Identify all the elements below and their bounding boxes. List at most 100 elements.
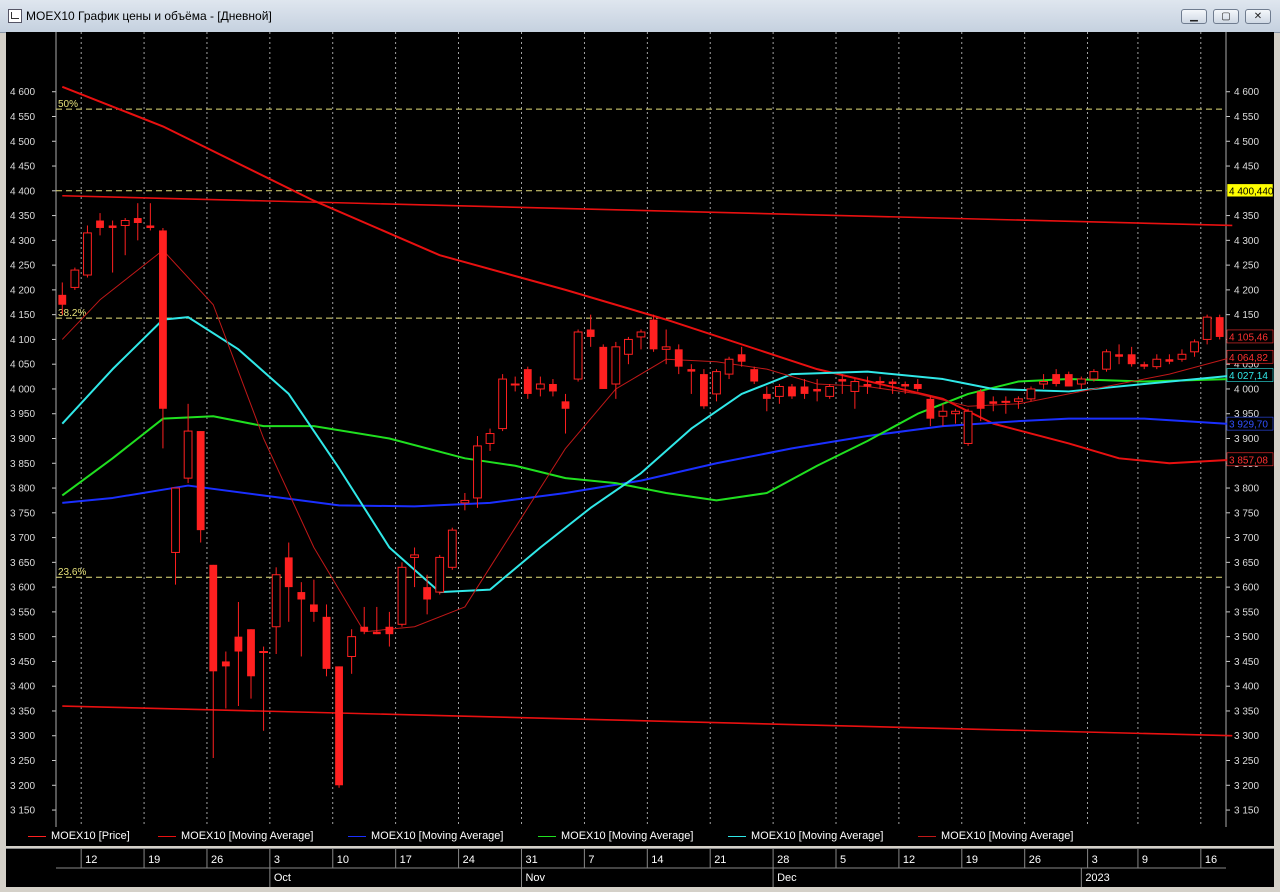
window-title: MOEX10 График цены и объёма - [Дневной] (26, 9, 272, 23)
legend-swatch (158, 835, 176, 837)
y-tick-label-left: 4 250 (10, 261, 35, 272)
candle-body-down (297, 592, 306, 600)
y-tick-label-right: 4 350 (1234, 211, 1259, 222)
candle-body-down (838, 379, 847, 382)
candle-body-down (737, 354, 746, 362)
candle-body-down (561, 401, 570, 409)
candle-body-down (247, 629, 255, 677)
price-tag-label: 4 105,46 (1229, 332, 1268, 343)
candle-body-up (435, 556, 445, 593)
month-label: 2023 (1085, 872, 1109, 884)
y-tick-label-right: 3 150 (1234, 806, 1259, 817)
candle-body-down (423, 587, 432, 600)
candle-body-up (347, 636, 357, 657)
candle-body-down (146, 225, 155, 228)
y-tick-label-right: 3 750 (1234, 508, 1259, 519)
y-tick-label-right: 3 650 (1234, 558, 1259, 569)
candle-body-up (661, 346, 671, 350)
y-tick-label-left: 3 250 (10, 756, 35, 767)
candle-body-down (234, 636, 243, 652)
candle-body-down (360, 626, 369, 632)
y-tick-label-left: 4 200 (10, 285, 35, 296)
candle-body-down (58, 294, 67, 305)
y-tick-label-left: 3 200 (10, 781, 35, 792)
chart-app-icon (8, 9, 22, 23)
y-tick-label-right: 3 600 (1234, 583, 1259, 594)
candle-body-up (712, 371, 721, 395)
y-tick-label-right: 3 800 (1234, 484, 1259, 495)
legend-swatch (28, 835, 46, 837)
candle-body-up (774, 385, 784, 397)
legend-label: MOEX10 [Moving Average] (561, 830, 694, 842)
fib-level-label: 50% (58, 99, 78, 110)
day-label: 9 (1142, 854, 1148, 866)
candle-body-up (510, 383, 520, 386)
candle-body-down (523, 369, 532, 394)
candle-body-down (196, 431, 205, 531)
candle-body-down (284, 557, 293, 588)
y-tick-label-left: 3 850 (10, 459, 35, 470)
candle-body-up (410, 554, 419, 558)
close-button[interactable]: ✕ (1245, 9, 1271, 24)
day-label: 12 (903, 854, 915, 866)
month-label: Nov (525, 872, 545, 884)
candle-body-down (586, 329, 595, 337)
candle-body-up (183, 430, 193, 479)
candle-body-up (1177, 353, 1187, 360)
minimize-button[interactable]: ▁ (1181, 9, 1207, 24)
candle-body-up (624, 338, 633, 355)
y-tick-label-left: 3 900 (10, 434, 35, 445)
candle-body-down (209, 564, 218, 672)
candle-body-down (335, 666, 343, 786)
price-tag-label: 4 400,440 (1229, 186, 1274, 197)
candle-body-up (83, 232, 92, 276)
price-chart[interactable]: 3 150 3 150 3 200 3 200 3 250 3 250 3 300 3 300… (6, 32, 1274, 827)
legend-label: MOEX10 [Moving Average] (181, 830, 314, 842)
y-tick-label-right: 4 000 (1234, 384, 1259, 395)
candle-body-up (573, 331, 583, 380)
y-tick-label-right: 3 400 (1234, 682, 1259, 693)
candle-body-up (724, 358, 734, 375)
maximize-button[interactable]: ▢ (1213, 9, 1239, 24)
y-tick-label-left: 3 550 (10, 607, 35, 618)
candle-body-up (535, 383, 545, 390)
y-tick-label-right: 3 450 (1234, 657, 1259, 668)
candle-body-up (70, 269, 80, 288)
y-tick-label-right: 4 500 (1234, 137, 1259, 148)
candle-body-up (611, 346, 621, 385)
candle-body-down (599, 346, 608, 389)
y-tick-label-left: 4 450 (10, 162, 35, 173)
candle-body-down (888, 381, 897, 385)
candle-body-up (1014, 398, 1023, 402)
y-tick-label-right: 4 600 (1234, 87, 1259, 98)
candle-body-up (963, 410, 973, 444)
y-tick-label-left: 4 050 (10, 360, 35, 371)
y-tick-label-left: 4 350 (10, 211, 35, 222)
day-label: 12 (85, 854, 97, 866)
y-tick-label-left: 3 650 (10, 558, 35, 569)
legend-label: MOEX10 [Moving Average] (941, 830, 1074, 842)
y-tick-label-right: 4 150 (1234, 310, 1259, 321)
y-tick-label-left: 3 300 (10, 731, 35, 742)
support-line (62, 705, 1233, 737)
day-label: 19 (966, 854, 978, 866)
candle-body-down (1140, 364, 1149, 367)
legend-label: MOEX10 [Price] (51, 830, 130, 842)
candle-body-up (1076, 378, 1086, 385)
candle-body-up (850, 381, 860, 392)
y-tick-label-left: 4 000 (10, 384, 35, 395)
candle-body-up (171, 487, 180, 553)
y-tick-label-left: 4 400 (10, 186, 35, 197)
y-tick-label-left: 4 550 (10, 112, 35, 123)
candle-body-up (951, 410, 960, 415)
candle-body-up (1089, 371, 1099, 380)
candle-body-down (750, 369, 759, 382)
candle-body-up (636, 331, 646, 338)
candle-body-down (96, 220, 104, 228)
day-label: 28 (777, 854, 789, 866)
candle-body-down (1064, 374, 1073, 387)
legend-swatch (538, 835, 556, 837)
y-tick-label-left: 3 800 (10, 484, 35, 495)
chart-area[interactable]: 3 150 3 150 3 200 3 200 3 250 3 250 3 300 3 300… (6, 32, 1274, 846)
y-tick-label-left: 4 600 (10, 87, 35, 98)
